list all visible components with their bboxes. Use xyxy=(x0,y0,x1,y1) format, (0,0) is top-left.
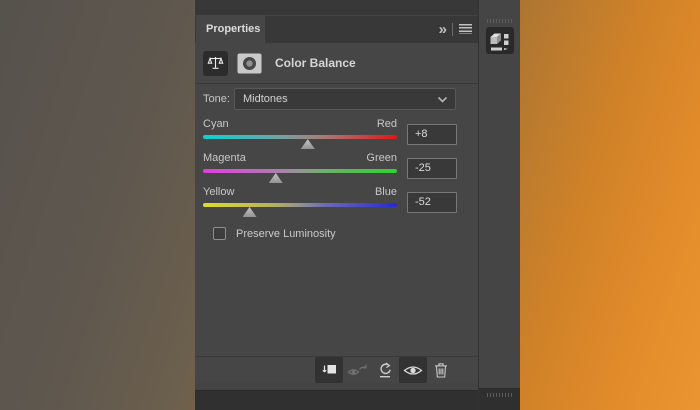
slider-track[interactable] xyxy=(203,203,397,207)
dock-grip-bottom[interactable] xyxy=(486,393,513,397)
slider-left-label: Cyan xyxy=(203,118,229,130)
tone-label: Tone: xyxy=(203,93,230,105)
slider-right-label: Green xyxy=(366,152,397,164)
slider-track[interactable] xyxy=(203,135,397,139)
slider-value-input[interactable]: -25 xyxy=(407,158,457,179)
panel-below xyxy=(195,391,478,410)
adjustment-controls-button[interactable] xyxy=(203,50,228,76)
panel-title: Color Balance xyxy=(275,56,356,70)
slider-right-label: Red xyxy=(376,118,397,130)
panel-footer-toolbar xyxy=(195,356,478,383)
slider-group: Cyan Red +8 Magenta Green -25 Yellow Blu… xyxy=(195,116,478,218)
slider-left-label: Yellow xyxy=(203,186,235,198)
properties-panel: Properties » Color Balance Tone: Midtone… xyxy=(195,0,478,391)
slider-track[interactable] xyxy=(203,169,397,173)
panel-menu-button[interactable] xyxy=(459,24,472,34)
visibility-toggle-button[interactable] xyxy=(399,357,427,383)
mask-icon xyxy=(237,53,262,73)
preserve-luminosity-checkbox[interactable] xyxy=(213,227,226,240)
photoshop-workspace: { "panel": { "tab_label": "Properties", … xyxy=(0,0,700,410)
slider-left-label: Magenta xyxy=(203,152,246,164)
panel-bottom-edge[interactable] xyxy=(195,383,478,391)
slider-value-input[interactable]: +8 xyxy=(407,124,457,145)
tone-select[interactable]: Midtones xyxy=(234,88,456,110)
3d-cube-panel-icon xyxy=(490,33,508,50)
scales-icon xyxy=(207,56,224,69)
delete-adjustment-trash-icon xyxy=(435,363,447,378)
tone-selected-value: Midtones xyxy=(243,93,288,105)
dock-grip[interactable] xyxy=(486,19,513,23)
tabbar-controls: » xyxy=(439,15,472,43)
panel-dock: Properties » Color Balance Tone: Midtone… xyxy=(195,0,520,410)
preserve-luminosity-row: Preserve Luminosity xyxy=(213,227,336,240)
clip-to-layer-button[interactable] xyxy=(315,357,343,383)
view-previous-state-icon xyxy=(347,364,367,375)
slider-thumb[interactable] xyxy=(300,139,315,149)
tab-properties[interactable]: Properties xyxy=(196,15,265,43)
color-balance-slider-row: Magenta Green -25 xyxy=(195,150,478,184)
view-previous-state-button[interactable] xyxy=(343,357,371,383)
slider-right-label: Blue xyxy=(374,186,397,198)
slider-thumb[interactable] xyxy=(268,173,283,183)
chevron-down-icon xyxy=(437,96,448,103)
color-balance-slider-row: Yellow Blue -52 xyxy=(195,184,478,218)
collapsed-dock-bottom xyxy=(479,388,520,410)
slider-thumb[interactable] xyxy=(242,207,257,217)
preserve-luminosity-label: Preserve Luminosity xyxy=(236,227,336,240)
toggle-visibility-eye-icon xyxy=(403,365,423,375)
delete-button[interactable] xyxy=(427,357,455,383)
slider-value-input[interactable]: -52 xyxy=(407,192,457,213)
reset-button[interactable] xyxy=(371,357,399,383)
adjustment-header: Color Balance xyxy=(195,43,478,84)
mask-thumbnail-button[interactable] xyxy=(237,53,262,74)
reset-icon xyxy=(380,362,391,378)
collapsed-panel-button[interactable] xyxy=(485,27,514,54)
color-balance-slider-row: Cyan Red +8 xyxy=(195,116,478,150)
panel-dock-strip xyxy=(478,0,520,410)
clip-to-layer-icon xyxy=(321,365,336,374)
tabbar-separator xyxy=(452,22,453,36)
collapse-panel-button[interactable]: » xyxy=(439,22,447,37)
